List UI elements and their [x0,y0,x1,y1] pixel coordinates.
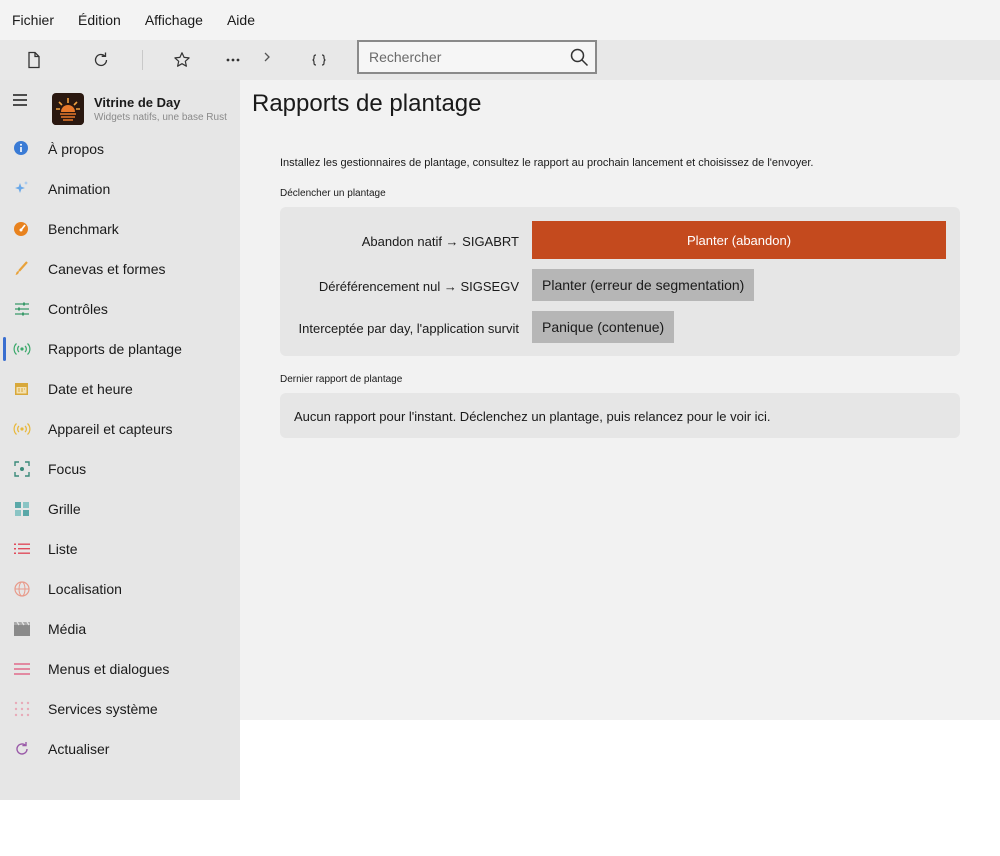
row-label-sigabrt: Abandon natif → SIGABRT [361,234,519,249]
expand-button[interactable] [252,42,282,72]
app-title: Vitrine de Day [94,95,181,110]
sidebar-item-label: Services système [48,701,158,717]
sidebar-item-localisation[interactable]: Localisation [0,569,240,609]
gauge-icon [14,222,28,236]
app-subtitle: Widgets natifs, une base Rust [94,112,227,123]
crash-abort-button[interactable]: Planter (abandon) [532,221,946,259]
sidebar-item-rapports-de-plantage[interactable]: Rapports de plantage [0,329,240,369]
sidebar-item-label: Animation [48,181,111,197]
more-icon [226,58,240,62]
list-icon [14,543,30,554]
sidebar-item-menus[interactable]: Menus et dialogues [0,649,240,689]
sidebar-item-label: Actualiser [48,741,110,757]
sidebar-item-label: Appareil et capteurs [48,421,173,437]
sidebar-item-label: Liste [48,541,78,557]
broadcast-icon [13,343,31,355]
menu-lines-icon [14,663,30,675]
search-box [357,40,597,74]
sidebar-item-label: Menus et dialogues [48,661,170,677]
sidebar-item-controles[interactable]: Contrôles [0,289,240,329]
sparkle-icon [15,181,28,193]
toolbar [0,40,1000,80]
sidebar-item-label: Média [48,621,87,637]
trigger-crash-card: Abandon natif → SIGABRT Planter (abandon… [280,207,960,356]
reload-icon [16,742,28,755]
sidebar-item-benchmark[interactable]: Benchmark [0,209,240,249]
globe-icon [14,581,30,597]
row-label-panic: Interceptée par day, l'application survi… [298,321,519,336]
sidebar-item-liste[interactable]: Liste [0,529,240,569]
sidebar-item-label: Contrôles [48,301,108,317]
sidebar-item-label: Rapports de plantage [48,341,182,357]
sidebar-item-label: Canevas et formes [48,261,166,277]
sidebar-item-a-propos[interactable]: À propos [0,129,240,169]
new-file-icon [28,51,40,69]
hamburger-menu-icon[interactable] [10,90,30,110]
braces-icon [312,54,326,66]
last-report-card: Aucun rapport pour l'instant. Déclenchez… [280,393,960,438]
menu-aide[interactable]: Aide [215,0,267,40]
menu-edition[interactable]: Édition [66,0,133,40]
last-report-section-label: Dernier rapport de plantage [280,374,403,385]
star-icon [174,52,190,67]
last-report-text: Aucun rapport pour l'instant. Déclenchez… [294,409,771,424]
menu-fichier[interactable]: Fichier [0,0,66,40]
refresh-icon [94,52,108,67]
sliders-icon [15,302,29,316]
sidebar-item-actualiser[interactable]: Actualiser [0,729,240,769]
sidebar-item-canevas[interactable]: Canevas et formes [0,249,240,289]
sidebar-item-services[interactable]: Services système [0,689,240,729]
sidebar-item-date-et-heure[interactable]: Date et heure [0,369,240,409]
dots-grid-icon [14,701,30,717]
sidebar-item-label: À propos [48,141,105,157]
sidebar-item-label: Date et heure [48,381,133,397]
focus-icon [14,461,30,477]
main-content: Rapports de plantage Installez les gesti… [240,80,1000,720]
page-description: Installez les gestionnaires de plantage,… [280,157,814,169]
sidebar: Vitrine de Day Widgets natifs, une base … [0,80,240,800]
row-label-sigsegv: Déréférencement nul → SIGSEGV [318,279,519,294]
crash-segfault-button[interactable]: Planter (erreur de segmentation) [532,269,755,301]
grid-icon [15,502,29,516]
sidebar-item-media[interactable]: Média [0,609,240,649]
sidebar-item-grille[interactable]: Grille [0,489,240,529]
sidebar-item-label: Localisation [48,581,122,597]
toolbar-separator [142,50,143,70]
panic-contained-button[interactable]: Panique (contenue) [532,311,675,343]
sidebar-item-label: Grille [48,501,81,517]
search-input[interactable] [359,42,565,72]
active-indicator [3,337,6,361]
sidebar-item-animation[interactable]: Animation [0,169,240,209]
sidebar-nav: À propos Animation Benchmark Canevas et … [0,129,240,769]
sidebar-item-focus[interactable]: Focus [0,449,240,489]
search-icon[interactable] [569,47,589,67]
app-logo [52,93,84,125]
calendar-icon [15,383,28,395]
menu-bar: Fichier Édition Affichage Aide [0,0,1000,40]
brush-icon [15,261,28,275]
favorite-button[interactable] [167,45,197,75]
code-button[interactable] [304,45,334,75]
chevron-right-icon [264,52,270,62]
sidebar-item-label: Benchmark [48,221,119,237]
info-icon [14,141,28,155]
sidebar-item-label: Focus [48,461,87,477]
trigger-section-label: Déclencher un plantage [280,188,386,199]
refresh-button[interactable] [86,45,116,75]
sidebar-item-appareil[interactable]: Appareil et capteurs [0,409,240,449]
more-button[interactable] [218,45,248,75]
sensor-icon [13,423,31,435]
clapper-icon [14,621,30,636]
new-file-button[interactable] [19,45,49,75]
page-title: Rapports de plantage [252,90,482,117]
menu-affichage[interactable]: Affichage [133,0,215,40]
